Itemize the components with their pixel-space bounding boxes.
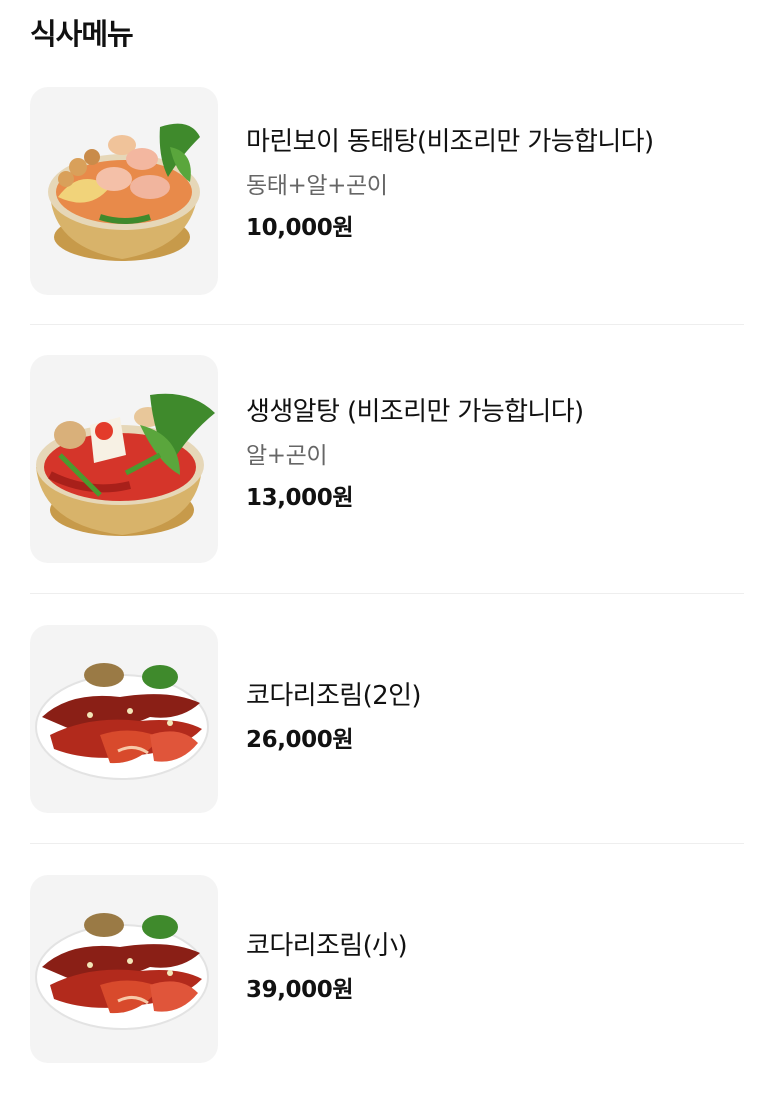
item-name: 생생알탕 (비조리만 가능합니다) — [246, 397, 584, 427]
menu-item[interactable]: 코다리조림(小) 39,000원 — [30, 875, 744, 1063]
item-description: 동태+알+곤이 — [246, 173, 388, 199]
item-price: 10,000원 — [246, 215, 354, 241]
soup-bowl-icon — [30, 87, 218, 295]
item-name: 코다리조림(2인) — [246, 681, 422, 711]
divider — [30, 843, 744, 844]
divider — [30, 593, 744, 594]
menu-item[interactable]: 코다리조림(2인) 26,000원 — [30, 625, 744, 813]
braised-fish-plate-icon — [30, 625, 218, 813]
item-price: 26,000원 — [246, 727, 354, 753]
item-price: 39,000원 — [246, 977, 354, 1003]
item-name: 마린보이 동태탕(비조리만 가능합니다) — [246, 127, 654, 157]
item-description: 알+곤이 — [246, 443, 328, 469]
braised-fish-plate-icon — [30, 875, 218, 1063]
section-title: 식사메뉴 — [30, 17, 134, 51]
soup-bowl-icon — [30, 355, 218, 563]
item-name: 코다리조림(小) — [246, 931, 408, 961]
menu-item[interactable]: 마린보이 동태탕(비조리만 가능합니다) 동태+알+곤이 10,000원 — [30, 87, 744, 295]
item-price: 13,000원 — [246, 485, 354, 511]
divider — [30, 324, 744, 325]
menu-item[interactable]: 생생알탕 (비조리만 가능합니다) 알+곤이 13,000원 — [30, 355, 744, 563]
